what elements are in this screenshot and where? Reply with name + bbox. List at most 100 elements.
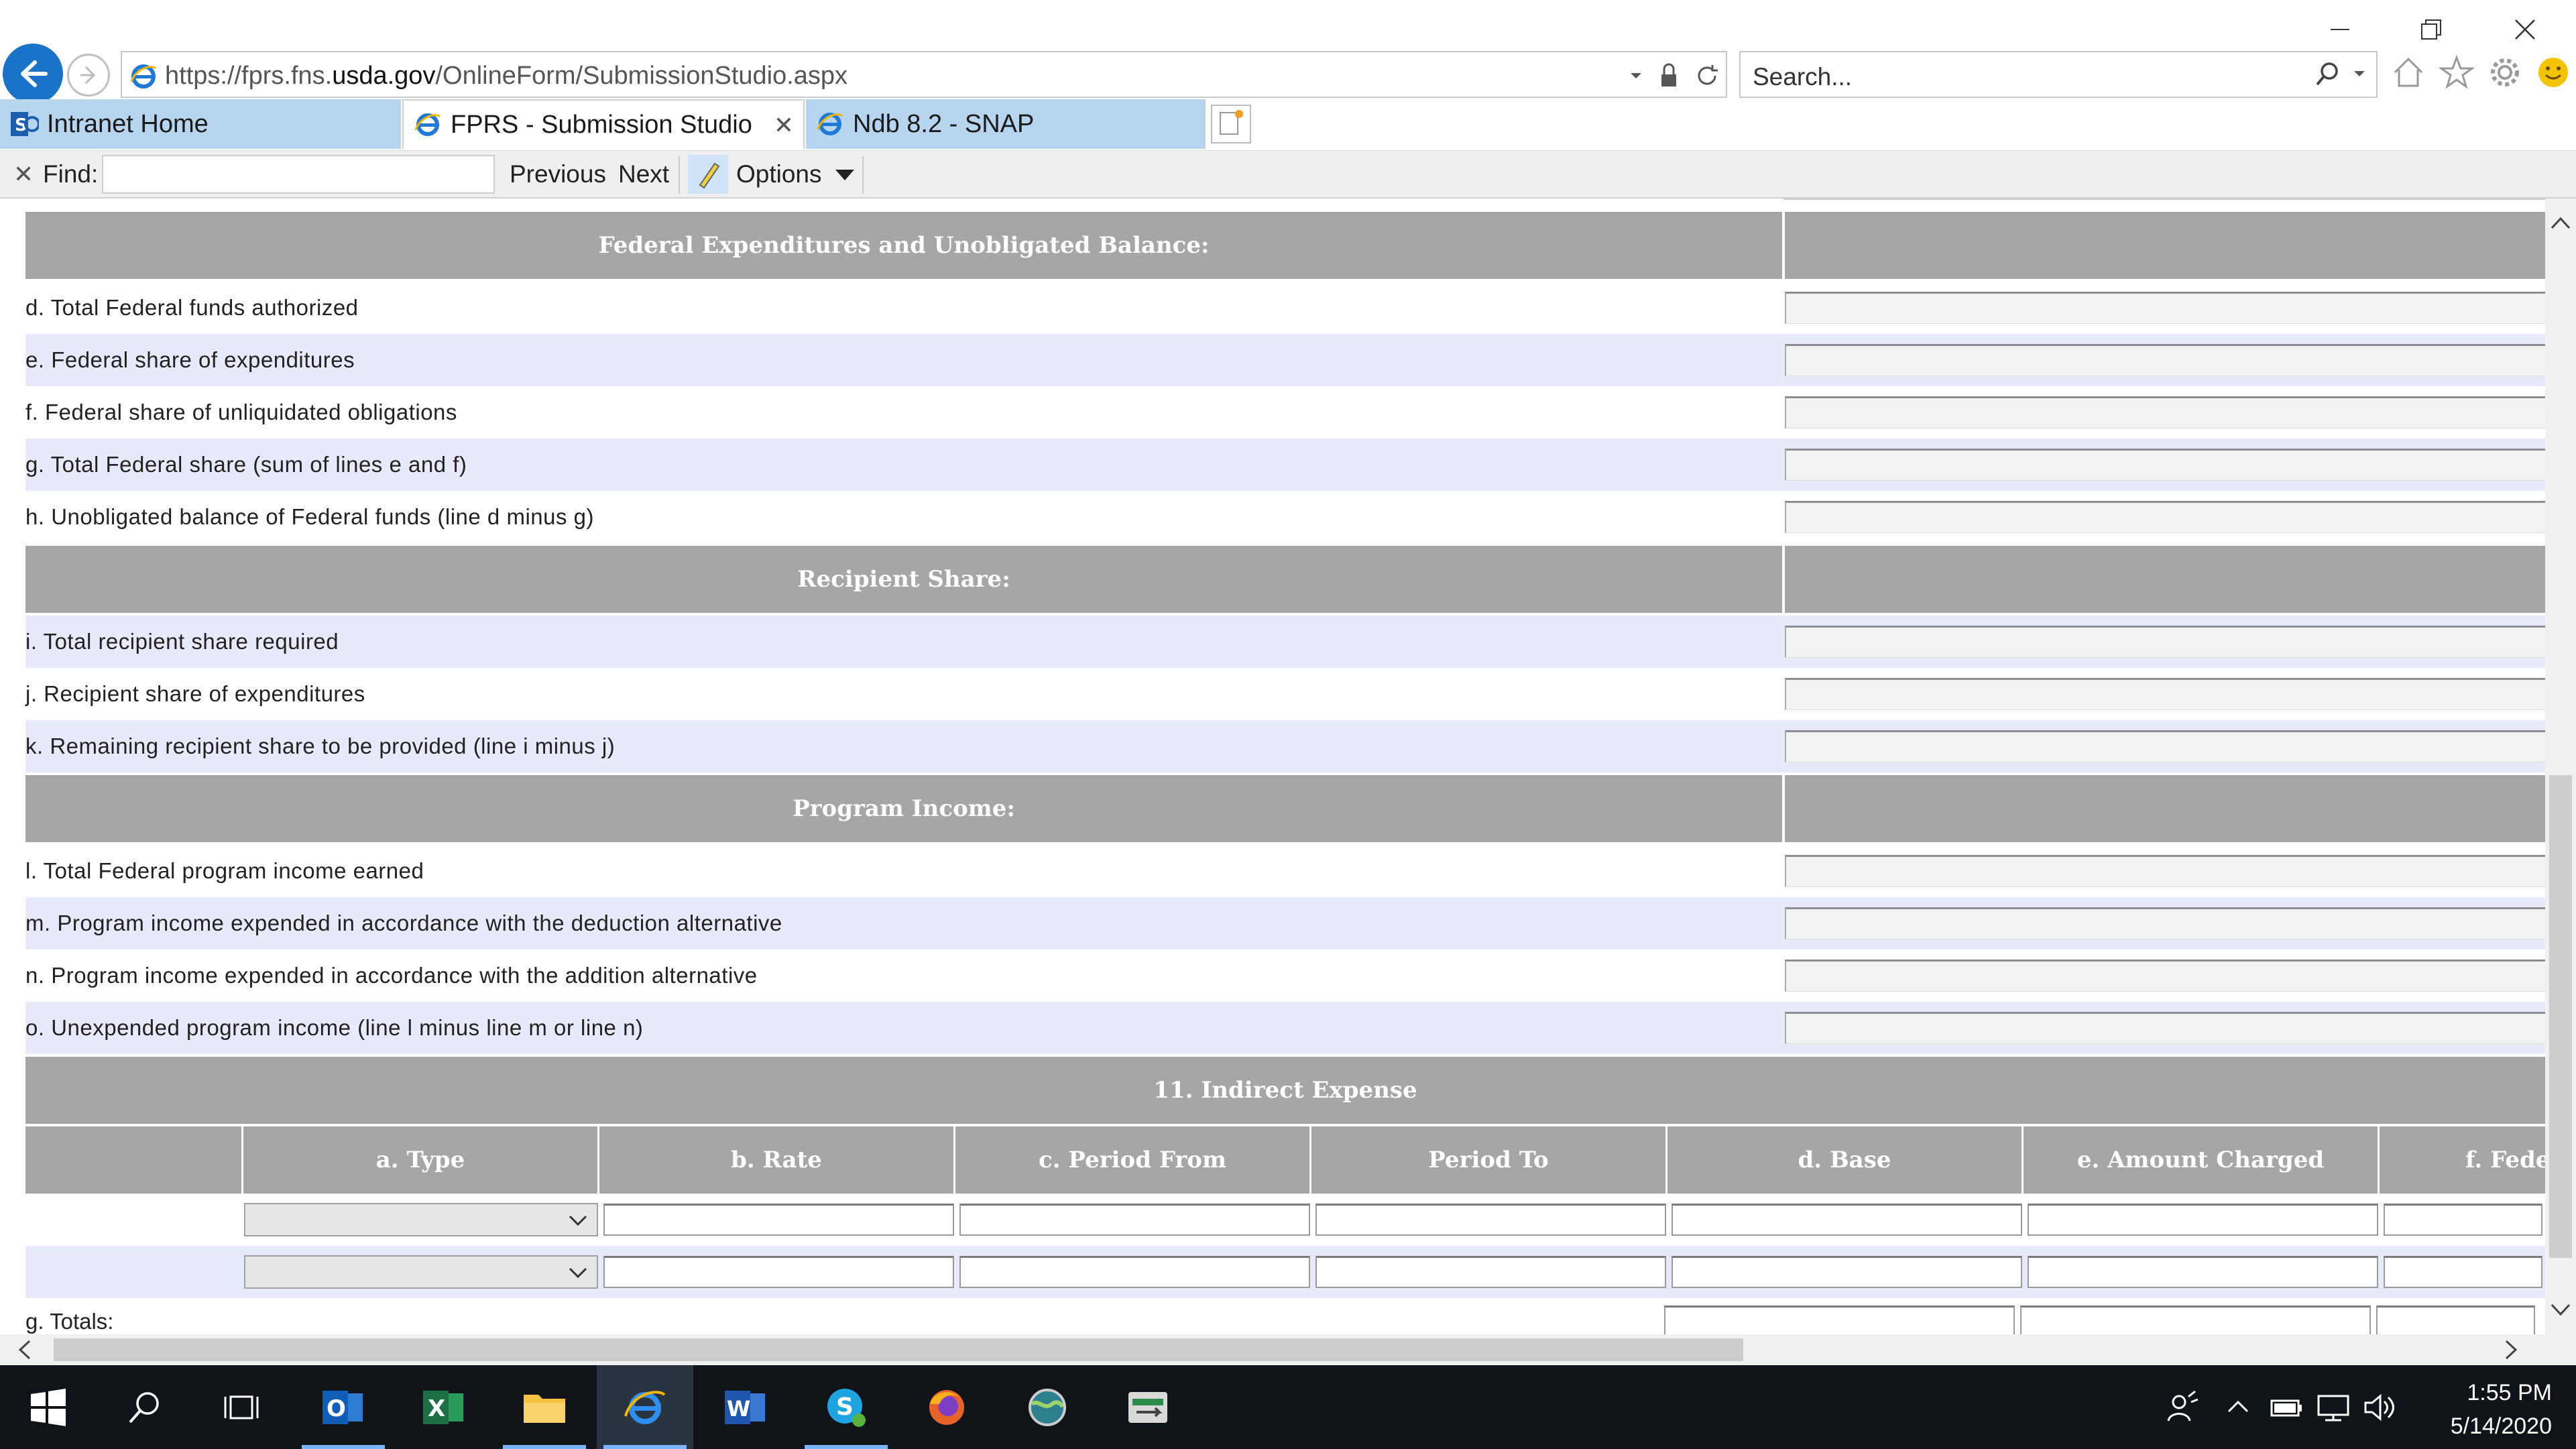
sharepoint-icon: S: [9, 109, 39, 139]
refresh-icon[interactable]: [1694, 62, 1720, 89]
dropdown-arrow-icon[interactable]: [1628, 68, 1644, 84]
svg-text:O: O: [327, 1395, 346, 1422]
restore-button[interactable]: [2391, 8, 2471, 51]
amount-input[interactable]: [1785, 960, 2545, 992]
gear-icon[interactable]: [2487, 55, 2522, 90]
word-taskbar-button[interactable]: W: [697, 1365, 794, 1449]
amount-input[interactable]: [1785, 1012, 2545, 1044]
amount-input[interactable]: [1785, 855, 2545, 887]
rate-input[interactable]: [603, 1256, 954, 1288]
scroll-right-icon[interactable]: [2500, 1338, 2522, 1361]
url-text[interactable]: https://fprs.fns.usda.gov/OnlineForm/Sub…: [165, 62, 847, 91]
amount-charged-input[interactable]: [2028, 1204, 2378, 1236]
forward-button[interactable]: [67, 54, 110, 97]
amount-input[interactable]: [1785, 501, 2545, 533]
smiley-feedback-icon[interactable]: [2536, 55, 2571, 90]
task-view-button[interactable]: [193, 1365, 290, 1449]
battery-icon[interactable]: [2269, 1394, 2304, 1421]
search-icon[interactable]: [2315, 60, 2341, 87]
scanner-app-taskbar-button[interactable]: [1100, 1365, 1196, 1449]
new-tab-button[interactable]: [1211, 105, 1251, 143]
form-row: f. Federal share of unliquidated obligat…: [25, 386, 2545, 439]
amount-charged-input[interactable]: [2028, 1256, 2378, 1288]
ie-icon: [413, 110, 443, 139]
amount-input[interactable]: [1785, 730, 2545, 762]
close-window-button[interactable]: [2485, 8, 2565, 51]
amount-input[interactable]: [1785, 344, 2545, 376]
base-input[interactable]: [1672, 1204, 2022, 1236]
find-input[interactable]: [102, 155, 495, 194]
column-header-amount-charged: e. Amount Charged: [2022, 1126, 2378, 1194]
people-icon[interactable]: [2164, 1390, 2199, 1425]
globe-app-icon: [1029, 1388, 1066, 1426]
rate-input[interactable]: [603, 1204, 954, 1236]
amount-input[interactable]: [1785, 907, 2545, 939]
windows-start-icon: [31, 1388, 66, 1426]
network-icon[interactable]: [2316, 1392, 2351, 1423]
row-label: m. Program income expended in accordance…: [25, 911, 782, 935]
search-input[interactable]: Search...: [1753, 63, 1852, 91]
amount-input[interactable]: [1785, 449, 2545, 481]
section-header-recipient-share: Recipient Share:: [25, 546, 2545, 613]
find-previous-button[interactable]: Previous: [510, 160, 606, 188]
base-total-input[interactable]: [1664, 1306, 2015, 1334]
base-input[interactable]: [1672, 1256, 2022, 1288]
volume-icon[interactable]: [2363, 1392, 2398, 1423]
type-select[interactable]: [244, 1255, 598, 1289]
lock-icon[interactable]: [1659, 62, 1679, 89]
firefox-taskbar-button[interactable]: [898, 1365, 995, 1449]
amount-charged-total-input[interactable]: [2020, 1306, 2371, 1334]
form-row: g. Total Federal share (sum of lines e a…: [25, 439, 2545, 491]
file-explorer-taskbar-button[interactable]: [496, 1365, 593, 1449]
tab-fprs-submission-studio[interactable]: FPRS - Submission Studio ✕: [402, 99, 805, 149]
amount-input[interactable]: [1785, 678, 2545, 710]
scroll-down-icon[interactable]: [2549, 1298, 2572, 1321]
search-box[interactable]: Search...: [1739, 51, 2378, 98]
skype-taskbar-button[interactable]: S: [798, 1365, 894, 1449]
period-from-input[interactable]: [959, 1204, 1310, 1236]
internet-explorer-taskbar-button[interactable]: [597, 1365, 693, 1449]
favorites-star-icon[interactable]: [2439, 55, 2474, 90]
highlight-button[interactable]: [688, 155, 728, 194]
back-button[interactable]: [3, 44, 63, 104]
federal-share-input[interactable]: [2384, 1204, 2542, 1236]
vertical-scrollbar[interactable]: [2545, 198, 2576, 1334]
horizontal-scrollbar[interactable]: [0, 1334, 2576, 1365]
minimize-button[interactable]: [2300, 8, 2380, 51]
address-bar[interactable]: https://fprs.fns.usda.gov/OnlineForm/Sub…: [121, 51, 1727, 98]
column-header-period-from: c. Period From: [953, 1126, 1309, 1194]
outlook-taskbar-button[interactable]: O: [295, 1365, 392, 1449]
close-find-icon[interactable]: ✕: [13, 160, 34, 188]
chevron-up-icon[interactable]: [2225, 1394, 2251, 1421]
start-button[interactable]: [0, 1365, 97, 1449]
amount-input[interactable]: [1785, 292, 2545, 324]
amount-input[interactable]: [1785, 626, 2545, 658]
globe-app-taskbar-button[interactable]: [999, 1365, 1096, 1449]
options-caret-icon[interactable]: [835, 170, 854, 180]
form-row: o. Unexpended program income (line l min…: [25, 1002, 2545, 1054]
federal-share-total-input[interactable]: [2376, 1306, 2535, 1334]
taskbar-clock[interactable]: 1:55 PM 5/14/2020: [2411, 1376, 2552, 1443]
column-header-federal-share: f. Fede: [2378, 1126, 2545, 1194]
tab-intranet-home[interactable]: S Intranet Home: [0, 99, 401, 149]
period-from-input[interactable]: [959, 1256, 1310, 1288]
type-select[interactable]: [244, 1203, 598, 1236]
tab-ndb-snap[interactable]: Ndb 8.2 - SNAP: [806, 99, 1206, 149]
federal-share-input[interactable]: [2384, 1256, 2542, 1288]
period-to-input[interactable]: [1315, 1204, 1666, 1236]
close-tab-icon[interactable]: ✕: [774, 111, 794, 139]
find-next-button[interactable]: Next: [618, 160, 669, 188]
period-to-input[interactable]: [1315, 1256, 1666, 1288]
home-icon[interactable]: [2391, 55, 2426, 90]
section-title: Recipient Share:: [25, 546, 1782, 613]
horizontal-scroll-thumb[interactable]: [54, 1338, 1743, 1361]
vertical-scroll-thumb[interactable]: [2549, 775, 2572, 1258]
search-button[interactable]: [97, 1365, 193, 1449]
scroll-up-icon[interactable]: [2549, 212, 2572, 235]
find-options-button[interactable]: Options: [736, 160, 822, 188]
search-dropdown-icon[interactable]: [2352, 66, 2367, 81]
amount-input[interactable]: [1785, 396, 2545, 428]
totals-row: g. Totals:: [25, 1298, 2545, 1334]
excel-taskbar-button[interactable]: X: [396, 1365, 492, 1449]
scroll-left-icon[interactable]: [13, 1338, 36, 1361]
